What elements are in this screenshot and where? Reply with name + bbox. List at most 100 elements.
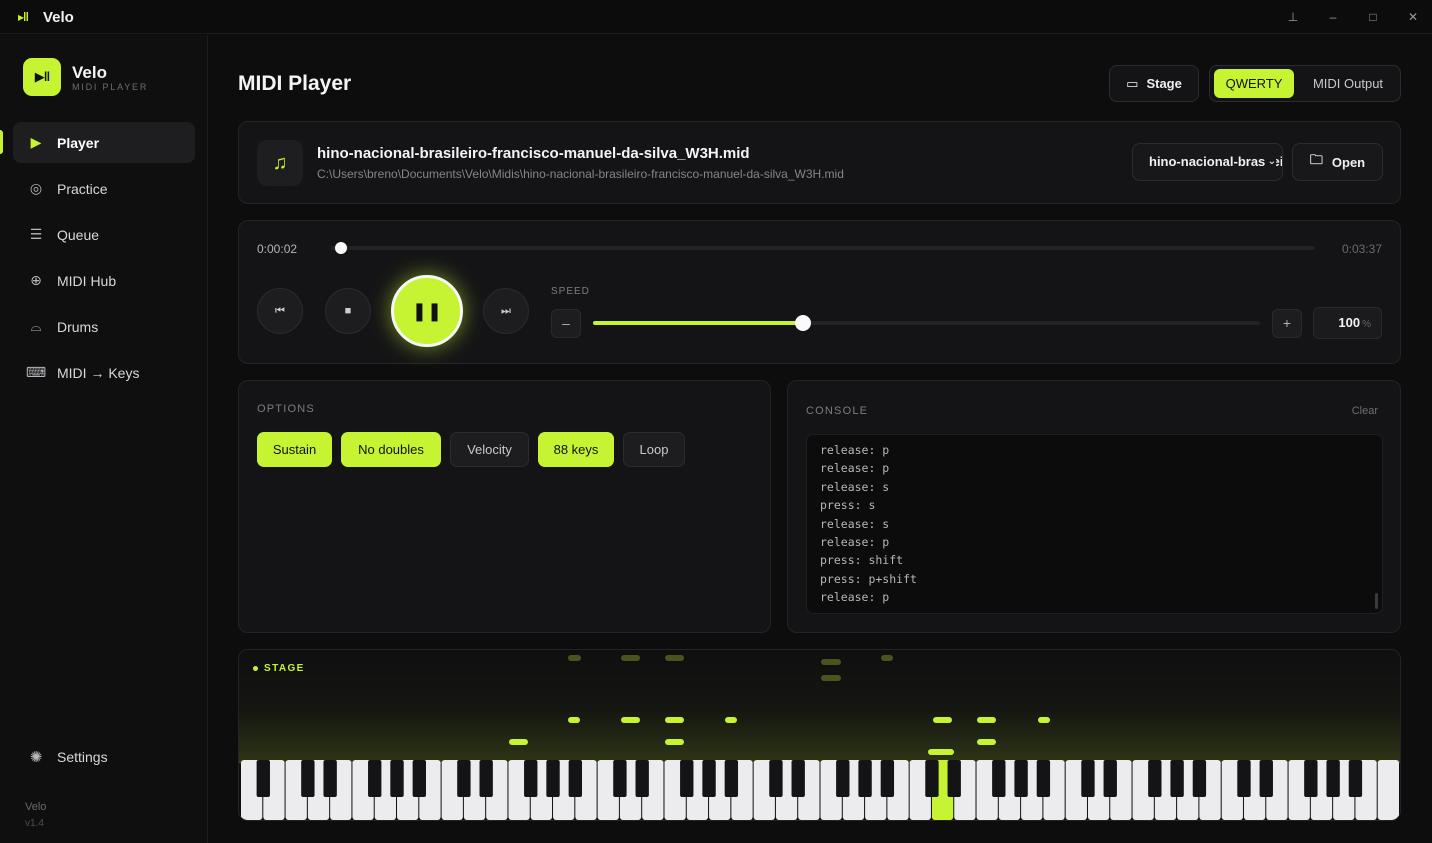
open-button[interactable]: 🗀 Open <box>1292 143 1383 181</box>
velo-logo-icon: ▸ǁ <box>18 10 29 24</box>
progress-track[interactable] <box>331 246 1315 250</box>
play-icon: ▶ <box>30 134 42 150</box>
stage-button[interactable]: ▭ Stage <box>1109 65 1199 102</box>
speed-label: SPEED <box>551 286 590 297</box>
falling-note <box>509 739 528 745</box>
option-velocity-chip[interactable]: Velocity <box>450 432 529 467</box>
speed-decrease-button[interactable]: – <box>551 309 581 338</box>
sidebar-item-settings[interactable]: ✺ Settings <box>13 737 195 777</box>
speed-input[interactable]: 100% <box>1313 307 1382 339</box>
piano-keyboard[interactable] <box>241 760 1400 821</box>
sidebar-item-player[interactable]: ▶ Player <box>13 122 195 163</box>
sidebar-item-midi-hub[interactable]: ⊕ MIDI Hub <box>13 260 195 301</box>
option-88-keys-chip[interactable]: 88 keys <box>538 432 614 467</box>
piano-black-key[interactable] <box>1081 760 1095 797</box>
sidebar-item-queue[interactable]: ☰ Queue <box>13 214 195 255</box>
piano-black-key[interactable] <box>1036 760 1051 797</box>
piano-black-key[interactable] <box>301 760 315 797</box>
piano-black-key[interactable] <box>412 760 426 797</box>
piano-black-key[interactable] <box>256 760 270 797</box>
piano-black-key[interactable] <box>858 760 872 797</box>
mode-qwerty-option[interactable]: QWERTY <box>1214 69 1294 98</box>
piano-black-key[interactable] <box>1348 760 1363 797</box>
pin-icon[interactable]: ⊥ <box>1281 6 1305 28</box>
file-path: C:\Users\breno\Documents\Velo\Midis\hino… <box>317 167 844 181</box>
next-button[interactable]: ⏭ <box>483 288 529 334</box>
piano-black-key[interactable] <box>1259 760 1273 797</box>
sidebar-item-midi-keys[interactable]: ⌨ MIDI → Keys <box>13 352 195 393</box>
piano-black-key[interactable] <box>368 760 382 797</box>
console-scrollbar[interactable] <box>1375 593 1378 609</box>
folder-icon: 🗀 <box>1309 152 1323 167</box>
piano-black-key[interactable] <box>546 760 560 797</box>
sidebar-item-drums[interactable]: ⌓ Drums <box>13 306 195 347</box>
piano-black-key[interactable] <box>680 760 694 797</box>
console-log[interactable]: release: p release: p release: s press: … <box>806 434 1383 614</box>
falling-note <box>665 739 684 745</box>
piano-black-key[interactable] <box>836 760 850 797</box>
piano-black-key[interactable] <box>568 760 583 797</box>
file-name: hino-nacional-brasileiro-francisco-manue… <box>317 145 750 162</box>
piano-black-key[interactable] <box>524 760 538 797</box>
piano-black-key[interactable] <box>1237 760 1251 797</box>
mode-midi-output-option[interactable]: MIDI Output <box>1302 69 1394 98</box>
maximize-icon[interactable]: □ <box>1361 6 1385 28</box>
target-icon: ◎ <box>29 180 43 196</box>
stage-card: STAGE <box>238 649 1401 821</box>
queue-icon: ☰ <box>29 226 43 242</box>
falling-note <box>933 717 952 723</box>
piano-black-key[interactable] <box>947 760 961 797</box>
console-line: release: p <box>820 535 890 550</box>
piano-black-key[interactable] <box>1103 760 1117 797</box>
console-line: press: p+shift <box>820 571 917 586</box>
piano-black-key[interactable] <box>1148 760 1162 797</box>
piano-black-key[interactable] <box>724 760 739 797</box>
piano-black-key[interactable] <box>1192 760 1207 797</box>
piano-black-key[interactable] <box>925 760 939 797</box>
piano-black-key[interactable] <box>390 760 404 797</box>
console-clear-button[interactable]: Clear <box>1352 405 1378 417</box>
option-sustain-chip[interactable]: Sustain <box>257 432 332 467</box>
piano-black-key[interactable] <box>880 760 895 797</box>
page-title: MIDI Player <box>238 72 352 95</box>
plus-icon: + <box>1282 315 1292 331</box>
minimize-icon[interactable]: – <box>1321 6 1345 28</box>
piano-black-key[interactable] <box>479 760 493 797</box>
speed-unit: % <box>1362 319 1371 330</box>
piano-black-key[interactable] <box>1170 760 1184 797</box>
piano-black-key[interactable] <box>635 760 649 797</box>
pause-button[interactable]: ❚❚ <box>391 275 463 347</box>
active-indicator <box>0 130 3 154</box>
piano-black-key[interactable] <box>992 760 1006 797</box>
file-card: ♫ hino-nacional-brasileiro-francisco-man… <box>238 121 1401 204</box>
stop-button[interactable]: ■ <box>325 288 371 334</box>
option-loop-chip[interactable]: Loop <box>623 432 685 467</box>
open-button-label: Open <box>1331 154 1366 170</box>
piano-black-key[interactable] <box>323 760 337 797</box>
sidebar-item-label: MIDI Hub <box>57 272 117 289</box>
sidebar-item-practice[interactable]: ◎ Practice <box>13 168 195 209</box>
previous-button[interactable]: ⏮ <box>257 288 303 334</box>
falling-note <box>621 717 640 723</box>
console-line: release: p <box>820 443 890 457</box>
speed-increase-button[interactable]: + <box>1272 309 1302 338</box>
stop-icon: ■ <box>344 305 352 317</box>
speed-thumb[interactable] <box>795 315 812 331</box>
speed-fill <box>593 321 804 325</box>
piano-black-key[interactable] <box>702 760 716 797</box>
console-line: release: p <box>820 461 890 476</box>
close-icon[interactable]: ✕ <box>1401 6 1425 28</box>
progress-thumb[interactable] <box>334 242 347 254</box>
piano-black-key[interactable] <box>769 760 783 797</box>
piano-black-key[interactable] <box>613 760 627 797</box>
piano-black-key[interactable] <box>1326 760 1340 797</box>
falling-note <box>568 655 581 661</box>
option-no-doubles-chip[interactable]: No doubles <box>341 432 441 467</box>
piano-black-key[interactable] <box>1014 760 1028 797</box>
piano-white-key[interactable] <box>1377 760 1399 820</box>
keyboard-icon: ⌨ <box>25 364 47 380</box>
piano-black-key[interactable] <box>791 760 805 797</box>
file-select[interactable]: hino-nacional-brasileiro ⌄ <box>1132 143 1283 181</box>
piano-black-key[interactable] <box>1304 760 1318 797</box>
piano-black-key[interactable] <box>457 760 471 797</box>
